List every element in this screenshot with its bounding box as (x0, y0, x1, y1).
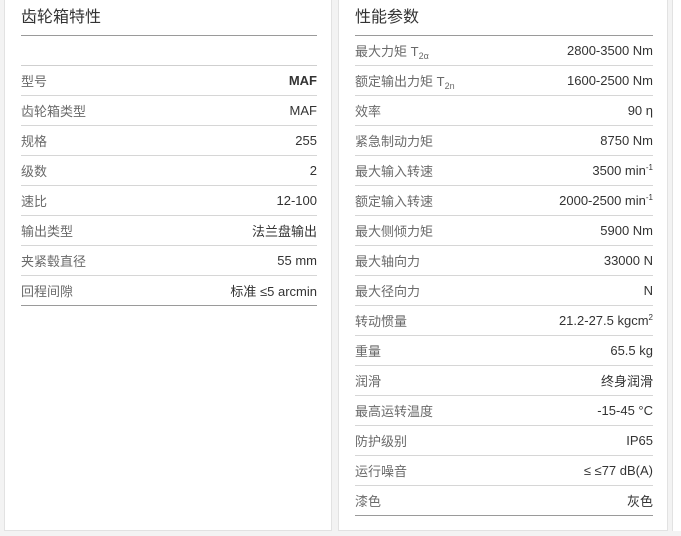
spec-value: ≤ ≤77 dB(A) (583, 463, 653, 478)
spec-value: MAF (288, 73, 317, 88)
spec-label: 漆色 (355, 494, 382, 509)
spec-row-inertia: 转动惯量 21.2-27.5 kgcm2 (355, 306, 653, 336)
spec-value: 终身润滑 (600, 374, 653, 389)
spec-label: 运行噪音 (355, 464, 408, 479)
spec-label: 速比 (21, 194, 48, 209)
spec-row-clamp-diameter: 夹紧毂直径 55 mm (21, 246, 317, 276)
spec-label: 回程间隙 (21, 284, 74, 299)
spec-row-rated-input-speed: 额定输入转速 2000-2500 min-1 (355, 186, 653, 216)
spec-row-size: 规格 255 (21, 126, 317, 156)
spec-row-rated-torque: 额定输出力矩 T2n 1600-2500 Nm (355, 66, 653, 96)
spec-row-ratio: 速比 12-100 (21, 186, 317, 216)
spec-value: 33000 N (603, 253, 653, 268)
spec-label: 夹紧毂直径 (21, 254, 87, 269)
spec-label: 规格 (21, 134, 48, 149)
spec-label: 型号 (21, 74, 48, 89)
spec-row-efficiency: 效率 90 η (355, 96, 653, 126)
panel-title: 性能参数 (355, 6, 653, 36)
spec-row-emergency-torque: 紧急制动力矩 8750 Nm (355, 126, 653, 156)
spec-label: 最大力矩 T2α (355, 43, 429, 61)
spec-value: -15-45 °C (597, 403, 653, 418)
spec-row-stages: 级数 2 (21, 156, 317, 186)
spec-value: N (643, 283, 653, 298)
spec-value: 1600-2500 Nm (567, 73, 653, 88)
spec-label: 转动惯量 (355, 314, 408, 329)
spec-row-max-temperature: 最高运转温度 -15-45 °C (355, 396, 653, 426)
spec-label: 最高运转温度 (355, 404, 434, 419)
gearbox-characteristics-panel: 齿轮箱特性 型号 MAF 齿轮箱类型 MAF 规格 255 级数 2 速比 12… (4, 0, 332, 531)
performance-parameters-panel: 性能参数 最大力矩 T2α 2800-3500 Nm 额定输出力矩 T2n 16… (338, 0, 668, 531)
spec-row-model: 型号 MAF (21, 66, 317, 96)
spec-value: 12-100 (276, 193, 317, 208)
spec-value: 65.5 kg (610, 343, 653, 358)
spec-list: 型号 MAF 齿轮箱类型 MAF 规格 255 级数 2 速比 12-100 输… (21, 66, 317, 306)
spec-row-max-axial-force: 最大轴向力 33000 N (355, 246, 653, 276)
spec-label: 重量 (355, 344, 382, 359)
spec-value: 2 (309, 163, 317, 178)
spec-value: 55 mm (277, 253, 317, 268)
spec-value: 法兰盘输出 (251, 224, 317, 239)
spec-value: 8750 Nm (600, 133, 653, 148)
panel-title: 齿轮箱特性 (21, 6, 317, 36)
spec-label: 额定输出力矩 T2n (355, 73, 455, 91)
spec-value: 灰色 (626, 494, 653, 509)
spec-value: 5900 Nm (600, 223, 653, 238)
spec-value: 2000-2500 min-1 (559, 193, 653, 208)
spec-value: MAF (289, 103, 317, 118)
spec-label: 效率 (355, 104, 382, 119)
spec-label: 最大轴向力 (355, 254, 421, 269)
spec-row-gearbox-type: 齿轮箱类型 MAF (21, 96, 317, 126)
spec-value: 255 (295, 133, 317, 148)
spec-label: 紧急制动力矩 (355, 134, 434, 149)
spec-value: IP65 (626, 433, 653, 448)
spec-row-backlash: 回程间隙 标准 ≤5 arcmin (21, 276, 317, 306)
spec-row-protection-class: 防护级别 IP65 (355, 426, 653, 456)
spec-row-paint-color: 漆色 灰色 (355, 486, 653, 516)
spec-row-lubrication: 润滑 终身润滑 (355, 366, 653, 396)
spec-value: 3500 min-1 (592, 163, 653, 178)
spec-value: 21.2-27.5 kgcm2 (558, 313, 653, 328)
spec-label: 输出类型 (21, 224, 74, 239)
spec-row-max-tilting-moment: 最大侧倾力矩 5900 Nm (355, 216, 653, 246)
spec-label: 最大径向力 (355, 284, 421, 299)
spec-row-max-torque: 最大力矩 T2α 2800-3500 Nm (355, 36, 653, 66)
spec-row-output-type: 输出类型 法兰盘输出 (21, 216, 317, 246)
spec-row-noise: 运行噪音 ≤ ≤77 dB(A) (355, 456, 653, 486)
spec-list: 最大力矩 T2α 2800-3500 Nm 额定输出力矩 T2n 1600-25… (355, 36, 653, 516)
spec-row-max-input-speed: 最大输入转速 3500 min-1 (355, 156, 653, 186)
spacer-row (21, 36, 317, 66)
spec-value: 90 η (627, 103, 653, 118)
spec-label: 级数 (21, 164, 48, 179)
spec-label: 润滑 (355, 374, 382, 389)
spec-label: 额定输入转速 (355, 194, 434, 209)
spec-label: 最大输入转速 (355, 164, 434, 179)
spec-value: 2800-3500 Nm (567, 43, 653, 58)
spec-label: 齿轮箱类型 (21, 104, 87, 119)
spec-value: 标准 ≤5 arcmin (230, 284, 317, 299)
spec-row-max-radial-force: 最大径向力 N (355, 276, 653, 306)
spec-label: 最大侧倾力矩 (355, 224, 434, 239)
adjacent-panel-edge (672, 0, 681, 531)
spec-label: 防护级别 (355, 434, 408, 449)
spec-row-weight: 重量 65.5 kg (355, 336, 653, 366)
